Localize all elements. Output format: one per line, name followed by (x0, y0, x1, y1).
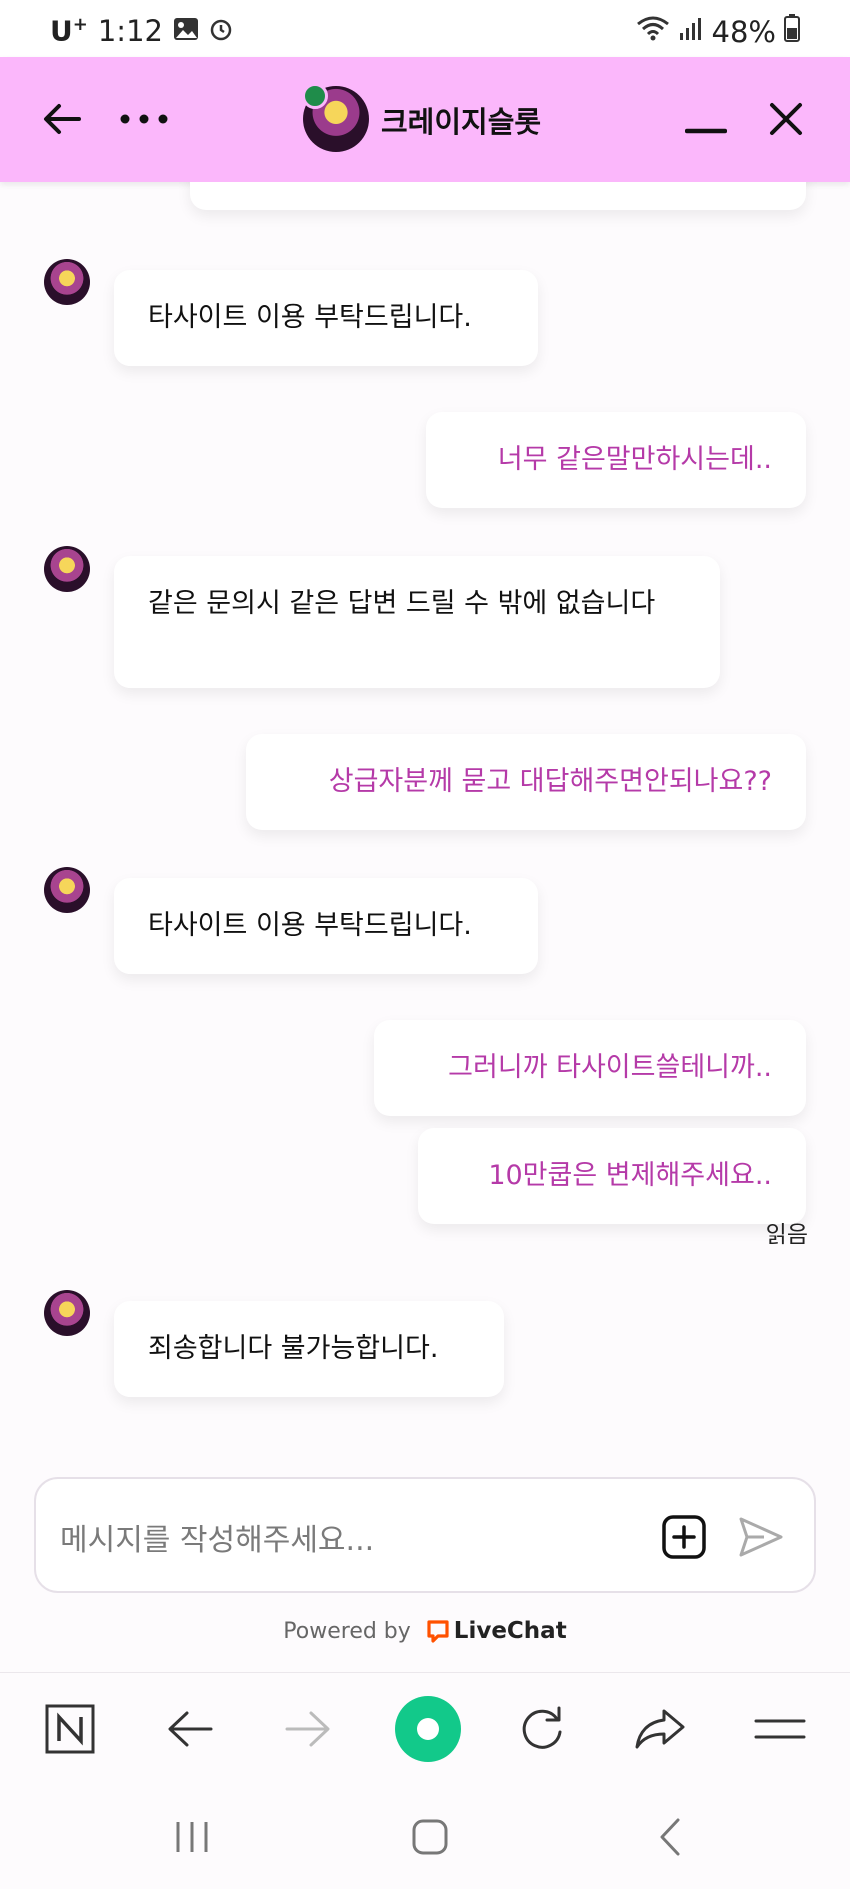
agent-message-avatar (44, 1290, 90, 1336)
close-icon (770, 103, 802, 135)
battery-percent: 48% (711, 14, 776, 49)
message-text: 죄송합니다 불가능합니다. (148, 1333, 439, 1364)
attach-button[interactable] (662, 1515, 706, 1559)
read-receipt: 읽음 (765, 1222, 808, 1248)
message-list[interactable]: 타사이트 이용 부탁드립니다. 너무 같은말만하시는데.. 같은 문의시 같은 … (0, 182, 850, 1462)
signal-icon (678, 15, 704, 49)
browser-green-dot-button[interactable] (390, 1691, 466, 1767)
battery-icon (784, 14, 800, 49)
minimize-icon (685, 128, 727, 134)
wifi-icon (636, 14, 670, 49)
message-bubble-previous (190, 182, 806, 210)
home-icon (412, 1819, 448, 1855)
message-bubble: 같은 문의시 같은 답변 드릴 수 밖에 없습니다 (114, 556, 720, 688)
powered-by-brand: LiveChat (453, 1618, 567, 1644)
chat-header: 크레이지슬롯 (0, 57, 850, 182)
browser-forward-button[interactable] (278, 1699, 338, 1759)
browser-menu-button[interactable] (750, 1699, 810, 1759)
message-text: 그러니까 타사이트쓸테니까.. (448, 1052, 772, 1083)
refresh-icon (522, 1706, 562, 1749)
send-button[interactable] (738, 1515, 784, 1559)
chevron-left-icon (660, 1818, 680, 1856)
refresh-button[interactable] (512, 1699, 572, 1759)
naver-n-icon (45, 1704, 95, 1754)
carrier-plus: + (72, 14, 88, 36)
message-text: 너무 같은말만하시는데.. (497, 444, 772, 475)
carrier-name: U (50, 14, 73, 48)
green-dot-icon (395, 1696, 461, 1762)
powered-by-prefix: Powered by (283, 1619, 411, 1644)
status-right: 48% (636, 14, 800, 49)
gallery-icon (173, 14, 199, 48)
browser-back-button[interactable] (160, 1699, 220, 1759)
arrow-right-icon (285, 1711, 330, 1747)
message-bubble: 너무 같은말만하시는데.. (426, 412, 806, 508)
chat-title: 크레이지슬롯 (381, 105, 542, 139)
more-button[interactable] (112, 87, 176, 151)
message-text: 타사이트 이용 부탁드립니다. (148, 302, 472, 333)
system-back-button[interactable] (640, 1812, 700, 1862)
message-input[interactable]: 메시지를 작성해주세요... (34, 1477, 816, 1593)
send-icon (739, 1517, 783, 1557)
message-text: 같은 문의시 같은 답변 드릴 수 밖에 없습니다 (148, 588, 656, 619)
share-button[interactable] (630, 1699, 690, 1759)
recent-apps-button[interactable] (162, 1812, 222, 1862)
arrow-left-icon (168, 1711, 213, 1747)
recent-apps-icon (176, 1822, 208, 1852)
add-attachment-icon (662, 1515, 706, 1559)
message-input-placeholder: 메시지를 작성해주세요... (60, 1523, 375, 1558)
message-text: 10만쿱은 변제해주세요.. (488, 1160, 772, 1191)
message-bubble: 타사이트 이용 부탁드립니다. (114, 270, 538, 366)
agent-message-avatar (44, 867, 90, 913)
arrow-left-icon (44, 104, 81, 134)
online-status-dot (302, 83, 328, 109)
back-button[interactable] (30, 87, 94, 151)
naver-home-button[interactable] (40, 1699, 100, 1759)
message-text: 타사이트 이용 부탁드립니다. (148, 910, 472, 941)
agent-message-avatar (44, 546, 90, 592)
browser-toolbar (0, 1672, 850, 1785)
message-text: 상급자분께 묻고 대답해주면안되나요?? (328, 766, 772, 797)
home-button[interactable] (400, 1812, 460, 1862)
message-bubble: 타사이트 이용 부탁드립니다. (114, 878, 538, 974)
carrier-label: U+ (50, 14, 88, 47)
clock: 1:12 (97, 14, 163, 48)
livechat-logo-icon (426, 1619, 450, 1643)
minimize-button[interactable] (674, 87, 738, 151)
close-button[interactable] (754, 87, 818, 151)
agent-message-avatar (44, 259, 90, 305)
status-bar: U+ 1:12 48% (0, 0, 850, 57)
system-nav-bar (0, 1784, 850, 1889)
status-left: U+ 1:12 (50, 14, 233, 48)
message-bubble: 그러니까 타사이트쓸테니까.. (374, 1020, 806, 1116)
alarm-icon (209, 14, 233, 48)
message-bubble: 상급자분께 묻고 대답해주면안되나요?? (246, 734, 806, 830)
share-arrow-icon (635, 1709, 685, 1749)
powered-by[interactable]: Powered by LiveChat (0, 1618, 850, 1644)
more-dots-icon (120, 114, 168, 124)
hamburger-menu-icon (754, 1719, 806, 1739)
message-bubble: 10만쿱은 변제해주세요.. (418, 1128, 806, 1224)
message-bubble: 죄송합니다 불가능합니다. (114, 1301, 504, 1397)
